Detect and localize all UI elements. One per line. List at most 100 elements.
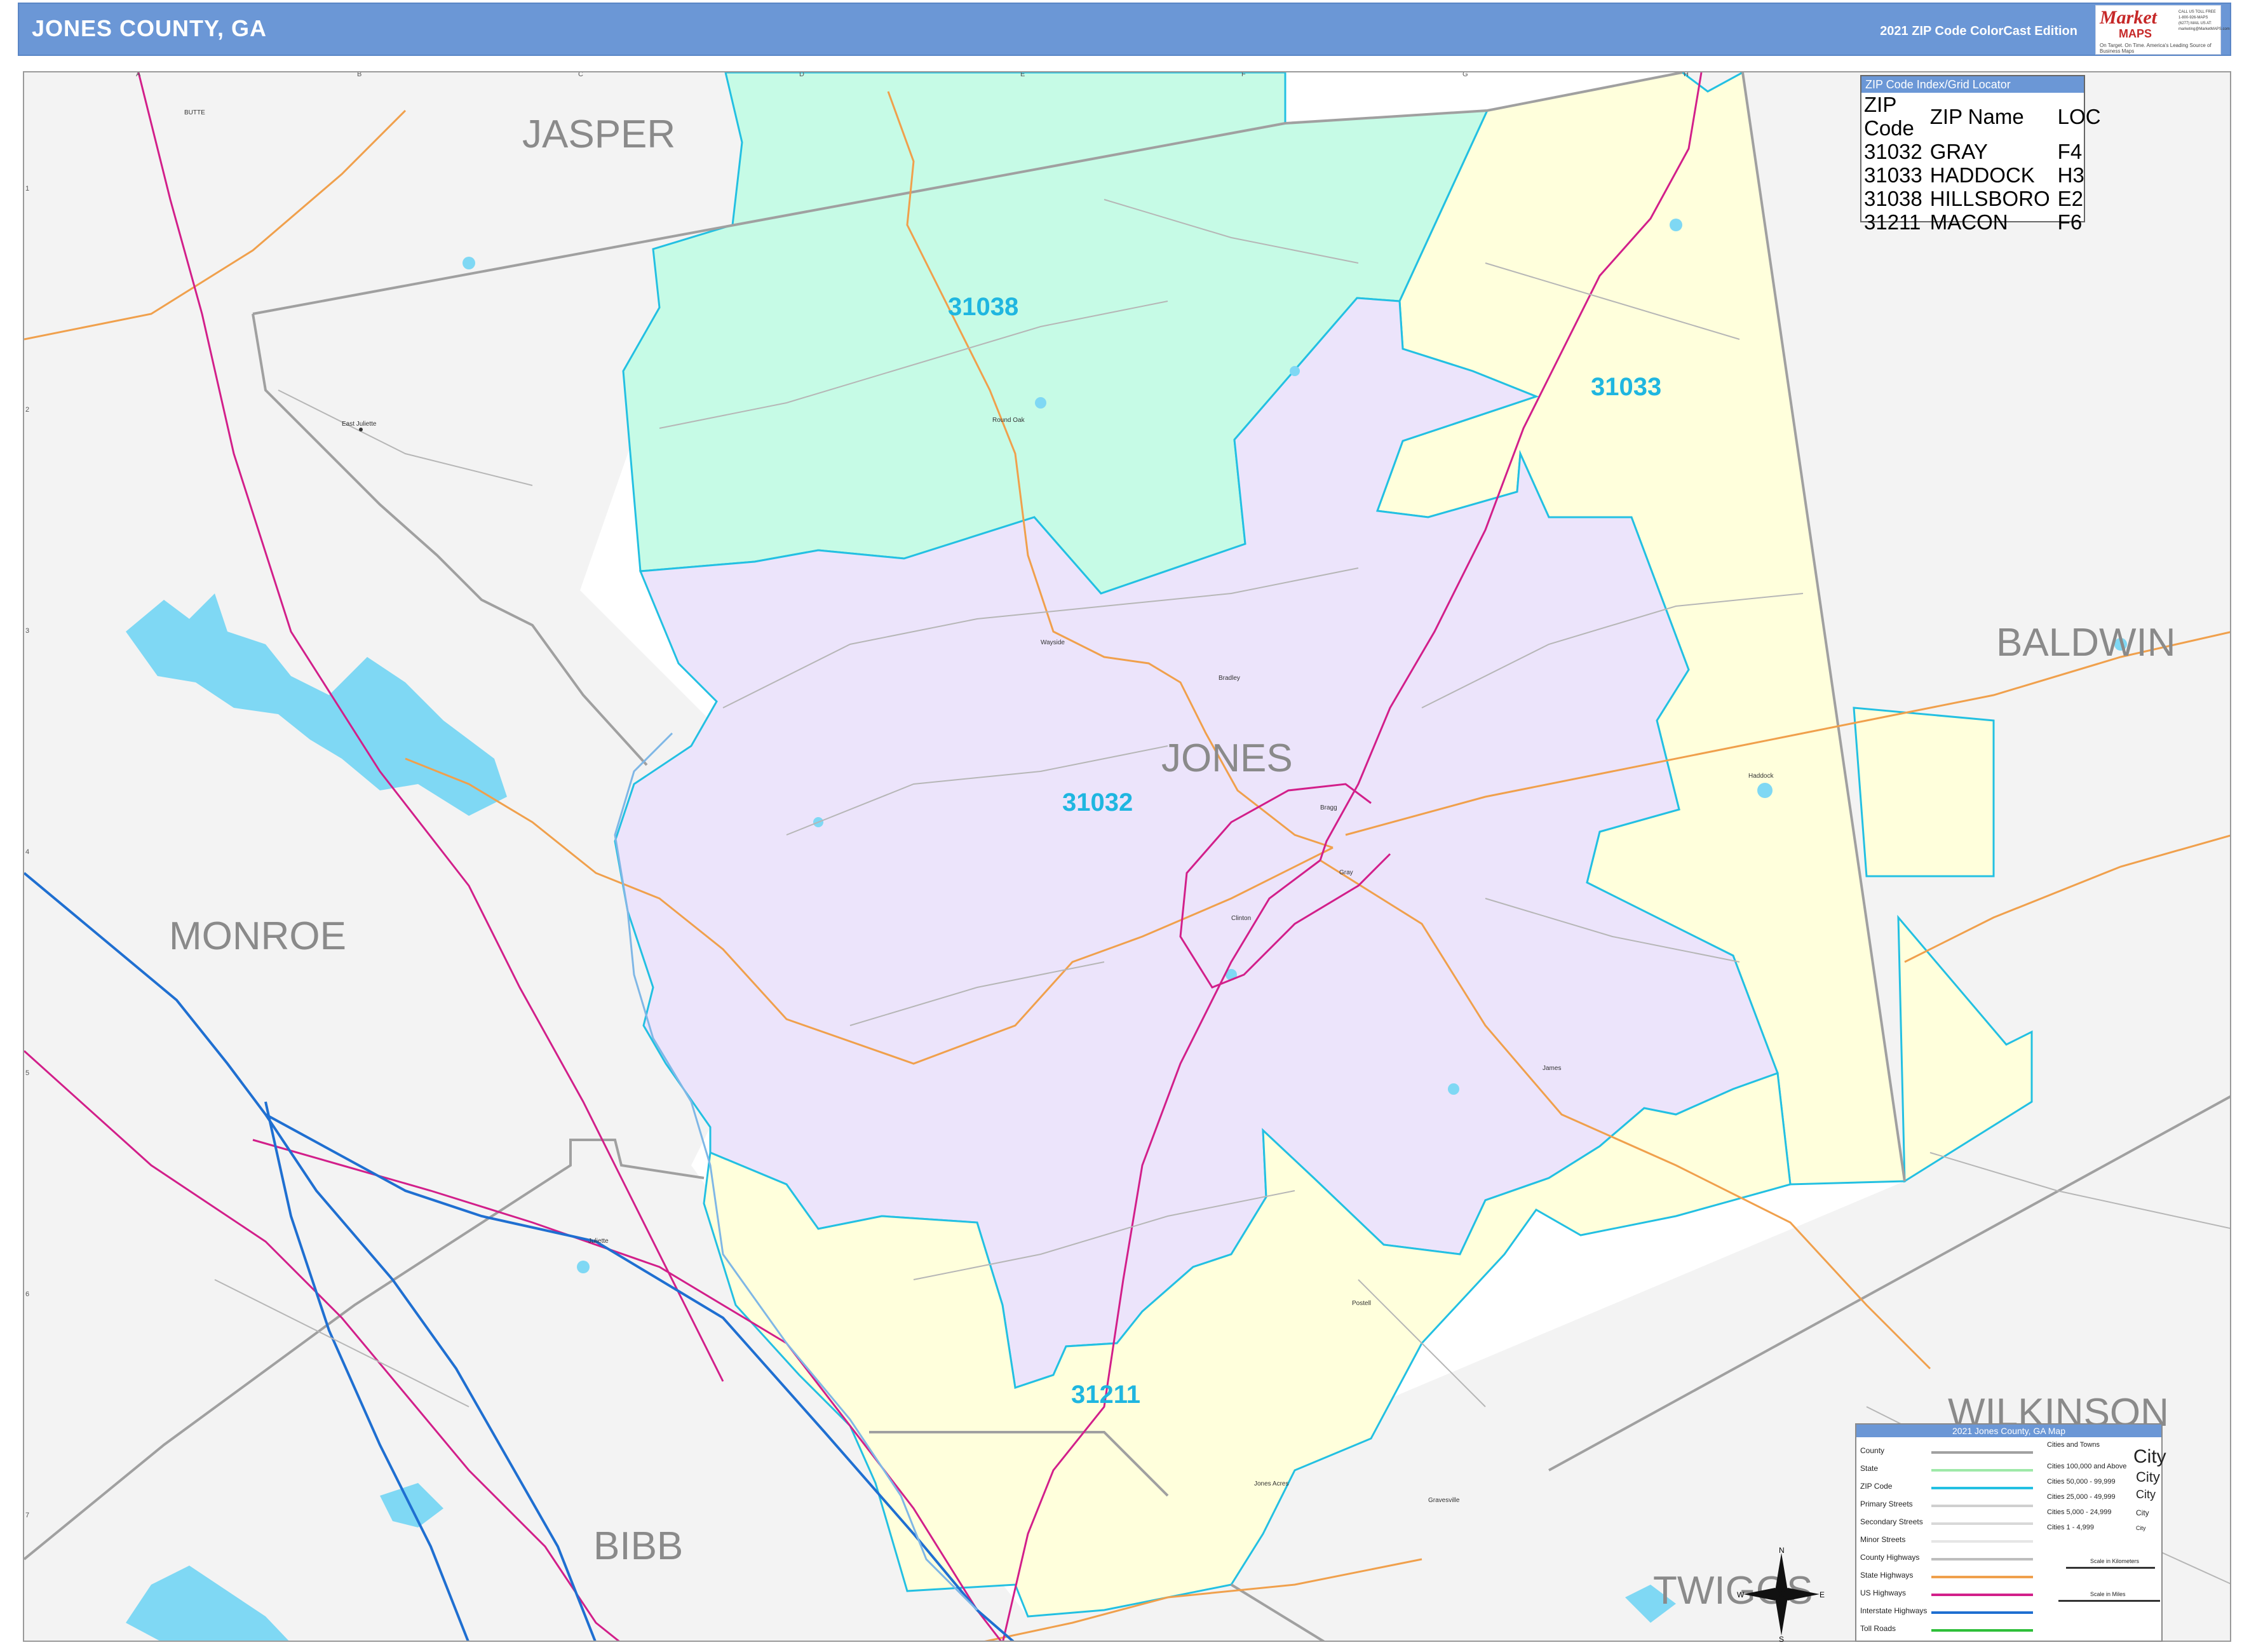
town-juliette: Juliette bbox=[588, 1238, 609, 1245]
grid-col-d: D bbox=[799, 72, 804, 78]
legend-cities-title: Cities and Towns bbox=[2047, 1441, 2100, 1449]
legend-swatch-primary bbox=[1931, 1505, 2033, 1507]
zip-index-cell: E2 bbox=[2057, 187, 2084, 210]
zip-index-cell: F4 bbox=[2057, 140, 2083, 163]
town-bragg: Bragg bbox=[1320, 804, 1337, 811]
compass-east-icon bbox=[1781, 1588, 1820, 1601]
zip-index-header-loc: LOC bbox=[2057, 104, 2101, 128]
grid-rows: 1 2 3 4 5 6 7 bbox=[25, 185, 29, 1519]
legend-swatch-us-hwy bbox=[1931, 1594, 2033, 1596]
interstate-475 bbox=[264, 1101, 469, 1641]
table-row: 31033 HADDOCK H3 bbox=[1864, 163, 2109, 187]
pond-4 bbox=[1670, 219, 1682, 231]
zip-index-cell: GRAY bbox=[1929, 140, 1988, 163]
zip-index-header-zip: ZIP Code bbox=[1864, 93, 1914, 140]
state-highway-north bbox=[24, 109, 407, 341]
town-postell: Postell bbox=[1352, 1300, 1371, 1307]
zip-index-title: ZIP Code Index/Grid Locator bbox=[1861, 76, 2084, 93]
grid-col-g: G bbox=[1462, 72, 1468, 78]
legend-city-sample-3: City bbox=[2136, 1488, 2156, 1501]
county-label-monroe: MONROE bbox=[169, 914, 346, 958]
map-frame[interactable]: A B C D E F G H 1 2 3 4 5 6 7 JASPER BAL… bbox=[23, 71, 2231, 1642]
grid-row-5: 5 bbox=[25, 1069, 29, 1077]
market-maps-logo[interactable]: Market MAPS On Target. On Time. America'… bbox=[2095, 5, 2230, 55]
legend-scale-km-label: Scale in Kilometers bbox=[2090, 1558, 2140, 1564]
compass-w: W bbox=[1737, 1590, 1745, 1599]
grid-row-6: 6 bbox=[25, 1290, 29, 1298]
zip-index-cell: HILLSBORO bbox=[1929, 187, 2050, 210]
zip-index-cell: 31211 bbox=[1864, 210, 1921, 234]
town-james: James bbox=[1543, 1065, 1561, 1072]
zip-index-cell: 31038 bbox=[1864, 187, 1922, 210]
legend-city-class-2: Cities 50,000 - 99,999 bbox=[2047, 1478, 2116, 1486]
legend-city-sample-4: City bbox=[2136, 1508, 2149, 1517]
county-boundary-twiggs bbox=[1230, 1583, 1325, 1641]
legend-city-class-5: Cities 1 - 4,999 bbox=[2047, 1524, 2094, 1531]
zip-index-header-name: ZIP Name bbox=[1929, 104, 2024, 128]
zip-index-cell: H3 bbox=[2057, 163, 2084, 187]
town-dot-east-juliette bbox=[359, 428, 363, 431]
pond-9 bbox=[1448, 1083, 1459, 1095]
county-label-jasper: JASPER bbox=[522, 112, 675, 156]
town-jones-acres: Jones Acres bbox=[1254, 1480, 1288, 1487]
legend-city-class-4: Cities 5,000 - 24,999 bbox=[2047, 1508, 2112, 1516]
town-east-juliette: East Juliette bbox=[342, 421, 377, 428]
legend-city-sample-5: City bbox=[2136, 1525, 2146, 1531]
grid-row-4: 4 bbox=[25, 848, 29, 856]
grid-row-2: 2 bbox=[25, 406, 29, 414]
table-row: 31038 HILLSBORO E2 bbox=[1864, 187, 2109, 210]
town-wayside: Wayside bbox=[1041, 639, 1065, 646]
town-round-oak: Round Oak bbox=[992, 417, 1025, 424]
legend-swatch-county bbox=[1931, 1451, 2033, 1454]
zip-index-cell: 31033 bbox=[1864, 163, 1922, 187]
compass-s: S bbox=[1779, 1635, 1784, 1642]
legend-item-us-hwy: US Highways bbox=[1860, 1588, 1907, 1597]
zip-index-header-row: ZIP Code ZIP Name LOC bbox=[1864, 93, 2109, 140]
compass-rose: N S W E bbox=[1737, 1547, 1825, 1642]
legend-city-class-1: Cities 100,000 and Above bbox=[2047, 1463, 2127, 1470]
pond-2 bbox=[1035, 397, 1046, 409]
pond-10 bbox=[577, 1261, 590, 1273]
legend-city-class-3: Cities 25,000 - 49,999 bbox=[2047, 1493, 2116, 1501]
legend-item-county: County bbox=[1860, 1446, 1885, 1455]
town-bradley: Bradley bbox=[1219, 675, 1240, 682]
zip-index-cell: 31032 bbox=[1864, 140, 1922, 163]
zip-index-cell: MACON bbox=[1929, 210, 2008, 234]
legend-swatch-interstate bbox=[1931, 1611, 2033, 1614]
lake-juliette bbox=[126, 593, 507, 816]
logo-tagline: On Target. On Time. America's Leading So… bbox=[2100, 43, 2212, 54]
county-label-bibb: BIBB bbox=[593, 1524, 683, 1568]
legend-item-primary: Primary Streets bbox=[1860, 1500, 1913, 1508]
legend-item-county-hwy: County Highways bbox=[1860, 1553, 1920, 1562]
pond-5 bbox=[1757, 783, 1773, 798]
county-boundary-bibb bbox=[24, 1139, 705, 1561]
legend-swatch-minor bbox=[1931, 1540, 2033, 1543]
logo-market-text: Market bbox=[2100, 7, 2157, 28]
logo-maps-text: MAPS bbox=[2119, 27, 2152, 40]
grid-row-1: 1 bbox=[25, 185, 29, 193]
town-gray: Gray bbox=[1339, 869, 1353, 876]
legend-item-zip: ZIP Code bbox=[1860, 1482, 1893, 1491]
zip-index-cell: HADDOCK bbox=[1929, 163, 2035, 187]
zip-label-31033: 31033 bbox=[1591, 373, 1661, 401]
grid-col-c: C bbox=[578, 72, 583, 78]
grid-col-a: A bbox=[136, 72, 141, 78]
legend-scale-mi-bar bbox=[2058, 1600, 2160, 1602]
county-label-baldwin: BALDWIN bbox=[1996, 621, 2175, 665]
pond-1 bbox=[463, 257, 475, 269]
legend-scale-mi-label: Scale in Miles bbox=[2090, 1591, 2126, 1597]
town-butte: BUTTE bbox=[184, 109, 205, 116]
map-legend: 2021 Jones County, GA Map County State Z… bbox=[1855, 1423, 2166, 1642]
zip-label-31211: 31211 bbox=[1071, 1381, 1140, 1409]
legend-swatch-state bbox=[1931, 1469, 2033, 1472]
legend-swatch-secondary bbox=[1931, 1522, 2033, 1525]
map-canvas[interactable]: A B C D E F G H 1 2 3 4 5 6 7 JASPER BAL… bbox=[24, 72, 2231, 1642]
legend-item-toll: Toll Roads bbox=[1860, 1624, 1896, 1633]
town-clinton: Clinton bbox=[1231, 915, 1251, 922]
legend-swatch-county-hwy bbox=[1931, 1558, 2033, 1561]
legend-item-interstate: Interstate Highways bbox=[1860, 1606, 1928, 1615]
legend-swatch-toll bbox=[1931, 1629, 2033, 1632]
grid-col-e: E bbox=[1020, 72, 1025, 78]
legend-title: 2021 Jones County, GA Map bbox=[1856, 1425, 2161, 1437]
map-title: JONES COUNTY, GA bbox=[32, 15, 267, 41]
